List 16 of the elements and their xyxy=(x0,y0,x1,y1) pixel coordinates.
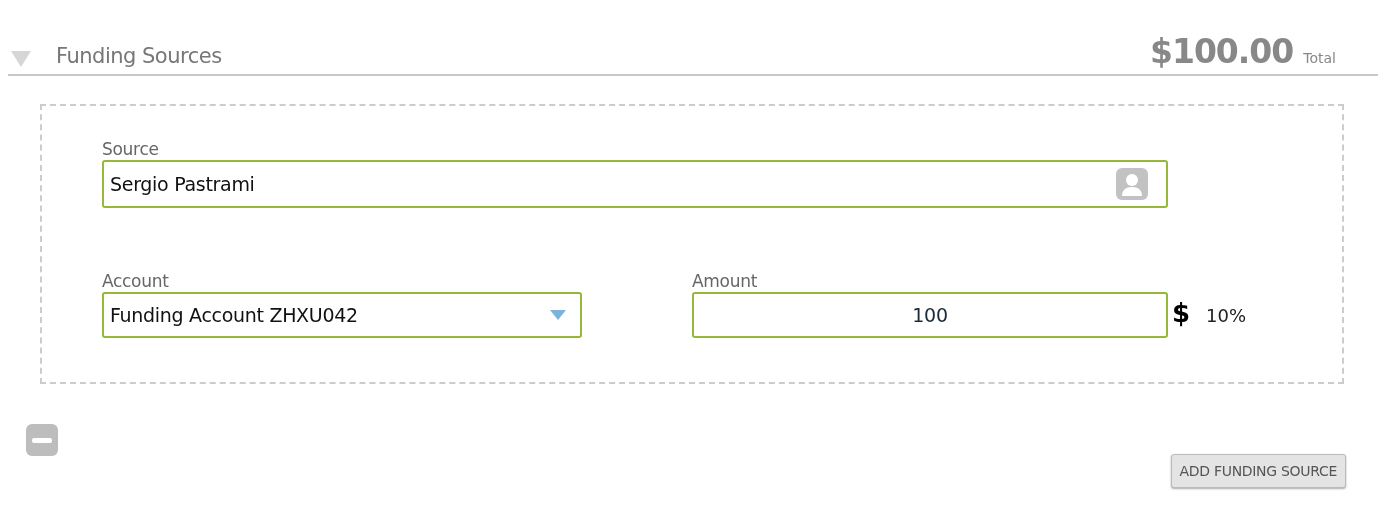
field-label: Account xyxy=(102,270,170,292)
source-field[interactable]: Sergio Pastrami xyxy=(102,160,1168,208)
person-icon[interactable] xyxy=(1116,168,1148,200)
caret-icon[interactable] xyxy=(550,310,566,320)
currency-symbol: $ xyxy=(1172,298,1191,328)
account-dropdown[interactable]: Funding Account ZHXU042 xyxy=(102,292,582,338)
add-funding-source-button[interactable]: ADD FUNDING SOURCE xyxy=(1170,454,1346,488)
remove-button[interactable] xyxy=(26,424,58,456)
percent-text: 10% xyxy=(1206,305,1247,326)
total-amount: $100.00 xyxy=(1150,35,1294,68)
total-label: Total xyxy=(1303,50,1336,66)
field-label: Source xyxy=(102,138,160,160)
collapse-triangle-icon[interactable] xyxy=(10,50,32,68)
amount-field[interactable]: 100 xyxy=(692,292,1168,338)
section-title: Funding Sources xyxy=(56,44,222,68)
field-label: Amount xyxy=(692,270,758,292)
